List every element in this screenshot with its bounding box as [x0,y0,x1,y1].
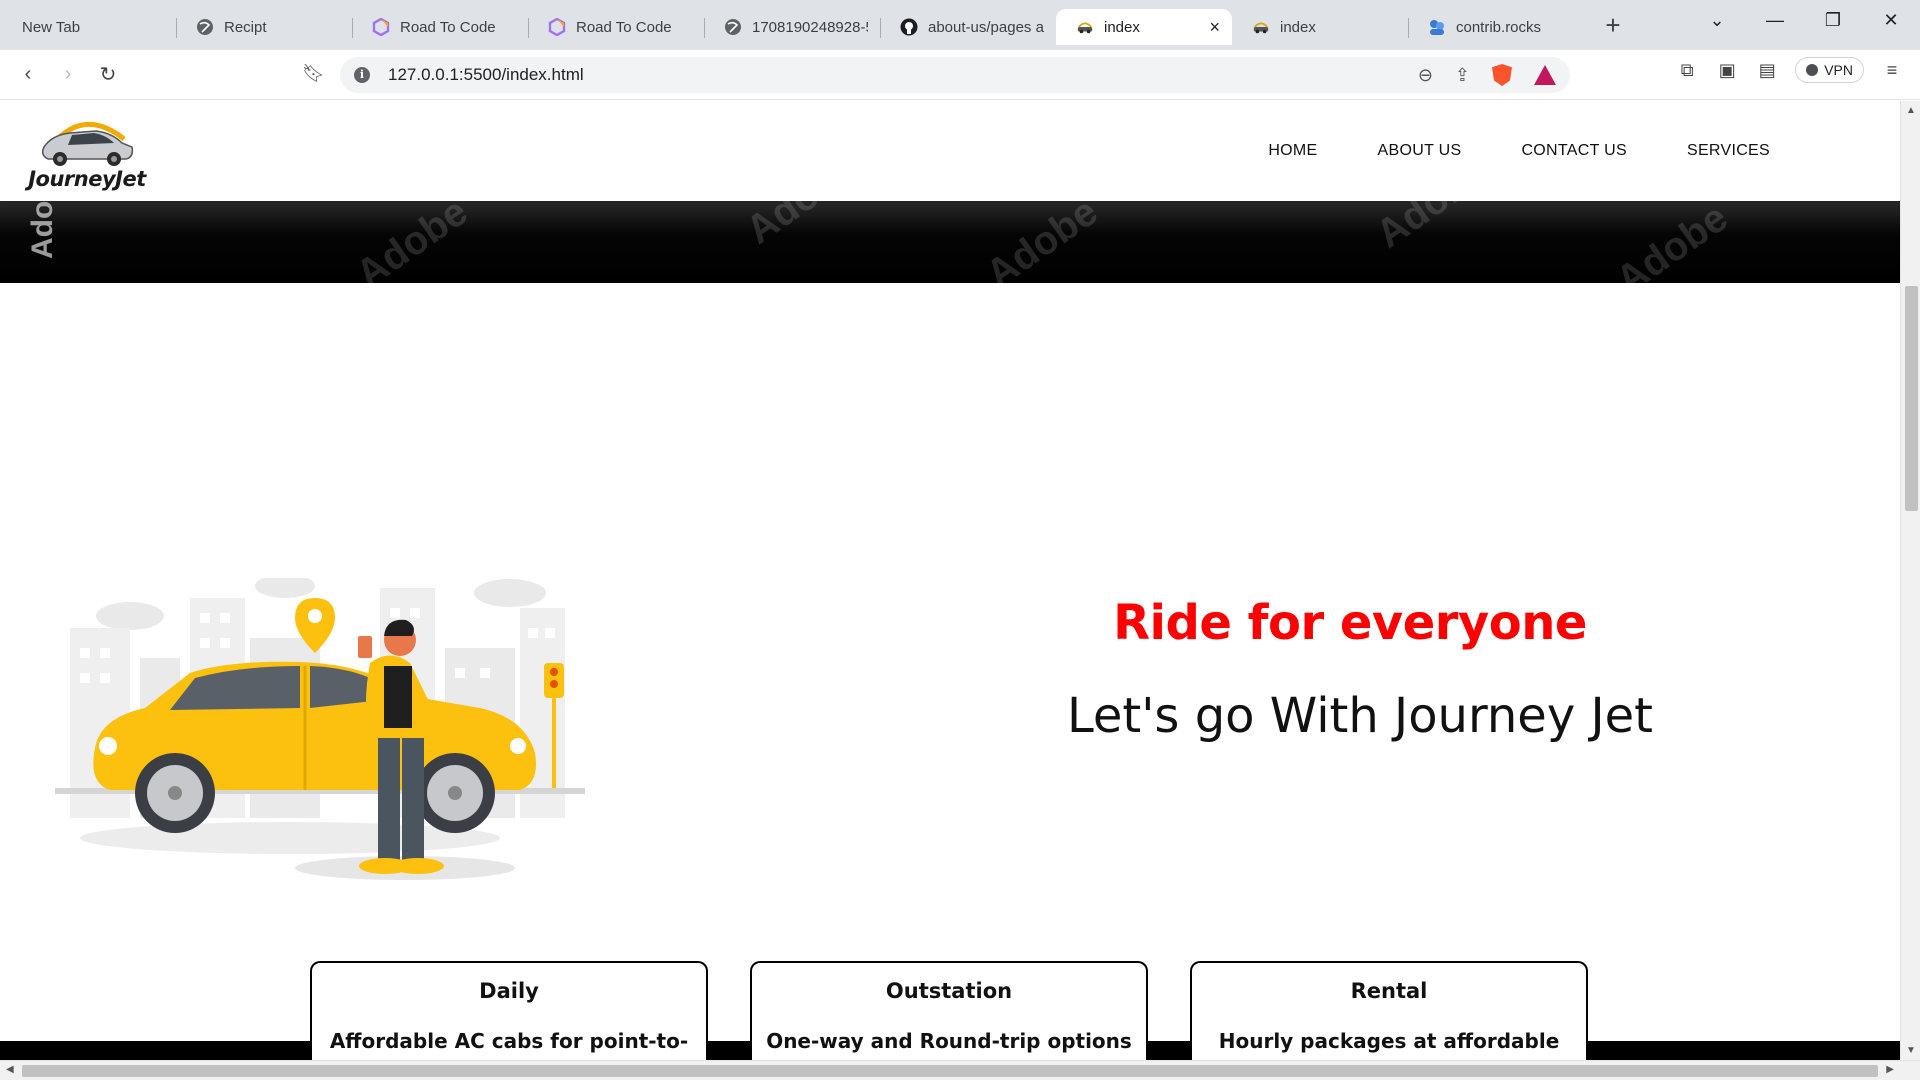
close-icon[interactable]: × [1209,17,1220,38]
card-desc: One-way and Round-trip options [766,1029,1132,1053]
vpn-button[interactable]: VPN [1795,57,1864,83]
bookmark-icon[interactable]: 🔖︎ [302,63,325,84]
tab[interactable]: contrib.rocks [1408,9,1584,45]
card-desc: Hourly packages at affordable [1218,1029,1560,1053]
tab-title: index [1280,18,1316,36]
scrollbar-thumb[interactable] [1905,286,1918,511]
tab-title: 1708190248928-5 [752,18,868,36]
watermark-text: Adobe [26,201,59,259]
vpn-label: VPN [1824,62,1853,78]
site-header: JourneyJet HOME ABOUT US CONTACT US SERV… [0,101,1900,201]
tab-title: Road To Code [400,18,496,36]
address-bar[interactable]: i 127.0.0.1:5500/index.html ⊖ ⇪ [340,57,1570,93]
vpn-icon [1806,64,1819,76]
tab-title: contrib.rocks [1456,18,1542,36]
toolbar-right: ⧉ ▣ ▤ VPN ≡ [1675,57,1920,83]
hero-banner-strip: Adobe Adobe Adobe Adobe Adobe Adobe [0,201,1900,283]
tab[interactable]: New Tab [0,9,176,45]
brave-shields-icon[interactable] [1492,64,1512,86]
vertical-scrollbar[interactable]: ▲ ▼ [1900,101,1920,1060]
window-close-icon[interactable]: ✕ [1862,10,1920,31]
tab-title: Road To Code [576,18,672,36]
card-desc: Affordable AC cabs for point-to- [329,1029,689,1053]
reload-icon[interactable]: ↻ [88,62,128,87]
tab[interactable]: Recipt [176,9,352,45]
hexagon-icon [372,18,390,36]
tab[interactable]: index [1232,9,1408,45]
watermark-text: Adobe [1608,201,1736,283]
horizontal-scrollbar[interactable]: ◀ ▶ [0,1060,1920,1080]
tab-title: about-us/pages a [928,18,1044,36]
nav-contact-us[interactable]: CONTACT US [1521,142,1627,160]
logo-text: JourneyJet [28,167,146,191]
nav-about-us[interactable]: ABOUT US [1378,142,1462,160]
tab[interactable]: 1708190248928-5 [704,9,880,45]
service-card-rental[interactable]: Rental Hourly packages at affordable [1190,961,1588,1060]
watermark-text: Adobe [978,201,1106,283]
tab[interactable]: Road To Code [352,9,528,45]
restore-icon[interactable]: ❐ [1804,10,1862,31]
globe-icon [196,18,214,36]
window-controls: ⌄ — ❐ ✕ [1688,0,1920,40]
forward-icon[interactable]: › [48,63,88,86]
card-title: Rental [1350,979,1428,1003]
page-viewport: JourneyJet HOME ABOUT US CONTACT US SERV… [0,101,1900,1060]
new-tab-button[interactable]: + [1598,10,1628,40]
site-logo[interactable]: JourneyJet [22,105,152,197]
toolbar: ‹ › ↻ 🔖︎ i 127.0.0.1:5500/index.html ⊖ ⇪… [0,50,1920,100]
hexagon-icon [548,18,566,36]
nav-services[interactable]: SERVICES [1687,142,1770,160]
tab[interactable]: about-us/pages a [880,9,1056,45]
url-text[interactable]: 127.0.0.1:5500/index.html [388,65,584,85]
hero-title: Ride for everyone [1113,595,1587,651]
card-title: Daily [479,979,539,1003]
scroll-up-icon[interactable]: ▲ [1901,105,1920,116]
service-card-daily[interactable]: Daily Affordable AC cabs for point-to- [310,961,708,1060]
sidebar-icon[interactable]: ▣ [1715,60,1739,81]
watermark-text: Adobe [1368,201,1496,257]
scroll-left-icon[interactable]: ◀ [6,1064,14,1075]
car-icon [1076,18,1094,36]
watermark-text: Adobe [348,201,476,283]
tab[interactable]: Road To Code [528,9,704,45]
wallet-icon[interactable]: ▤ [1755,60,1779,81]
taxi-illustration [55,578,585,880]
nav-home[interactable]: HOME [1268,142,1317,160]
tab-active[interactable]: index × [1056,9,1232,45]
rewards-icon[interactable] [1534,65,1556,85]
scroll-down-icon[interactable]: ▼ [1901,1045,1920,1056]
car-icon [1252,18,1270,36]
tab-title: Recipt [224,18,267,36]
scroll-right-icon[interactable]: ▶ [1886,1064,1894,1075]
tab-search-icon[interactable]: ⌄ [1688,10,1746,31]
service-cards: Daily Affordable AC cabs for point-to- O… [0,961,1900,1060]
tab-title: index [1104,18,1140,36]
github-icon [900,18,918,36]
back-icon[interactable]: ‹ [8,63,48,86]
logo-car-icon [41,122,134,166]
site-info-icon[interactable]: i [354,67,370,83]
extensions-icon[interactable]: ⧉ [1675,60,1699,81]
zoom-icon[interactable]: ⊖ [1418,65,1433,86]
main-nav: HOME ABOUT US CONTACT US SERVICES [1268,101,1770,201]
scrollbar-thumb[interactable] [22,1065,1878,1077]
card-title: Outstation [885,979,1013,1003]
watermark-text: Adobe [738,201,866,254]
hero-subtitle: Let's go With Journey Jet [1066,688,1653,744]
globe-icon [724,18,742,36]
people-icon [1428,18,1446,36]
share-icon[interactable]: ⇪ [1455,65,1470,86]
menu-icon[interactable]: ≡ [1880,60,1904,81]
hero-section: Ride for everyone Let's go With Journey … [0,283,1900,1043]
tab-title: New Tab [22,18,81,36]
minimize-icon[interactable]: — [1746,10,1804,31]
service-card-outstation[interactable]: Outstation One-way and Round-trip option… [750,961,1148,1060]
tab-strip: New Tab Recipt Road To Code Road To Code… [0,0,1920,50]
